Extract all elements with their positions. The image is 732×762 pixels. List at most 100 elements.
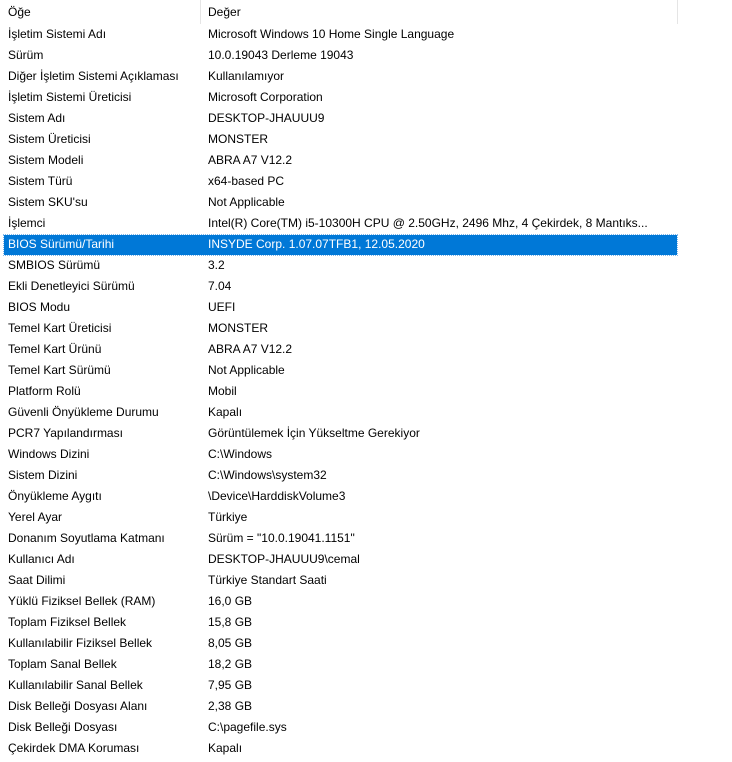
row-value: Görüntülemek İçin Yükseltme Gerekiyor: [208, 426, 420, 440]
row-item-label: Sistem Üreticisi: [8, 132, 91, 146]
row-value: 18,2 GB: [208, 657, 253, 671]
list-row[interactable]: BIOS Modu UEFI: [0, 297, 732, 318]
row-item-label: Temel Kart Sürümü: [8, 363, 111, 377]
row-value: C:\Windows: [208, 447, 273, 461]
list-row[interactable]: Önyükleme Aygıtı \Device\HarddiskVolume3: [0, 486, 732, 507]
row-value: Microsoft Windows 10 Home Single Languag…: [208, 27, 455, 41]
list-row[interactable]: Disk Belleği Dosyası Alanı 2,38 GB: [0, 696, 732, 717]
row-item-label: Toplam Sanal Bellek: [8, 657, 117, 671]
row-value: 7,95 GB: [208, 678, 253, 692]
row-item-label: Disk Belleği Dosyası Alanı: [8, 699, 148, 713]
row-value: 16,0 GB: [208, 594, 253, 608]
list-row[interactable]: Sistem Adı DESKTOP-JHAUUU9: [0, 108, 732, 129]
row-value: Mobil: [208, 384, 237, 398]
list-row[interactable]: İşletim Sistemi Adı Microsoft Windows 10 …: [0, 24, 732, 45]
list-row[interactable]: Sürüm 10.0.19043 Derleme 19043: [0, 45, 732, 66]
list-row[interactable]: Windows Dizini C:\Windows: [0, 444, 732, 465]
list-row[interactable]: İşlemci Intel(R) Core(TM) i5-10300H CPU @…: [0, 213, 732, 234]
row-item-label: Çekirdek DMA Koruması: [8, 741, 140, 755]
list-row-selected[interactable]: BIOS Sürümü/Tarihi INSYDE Corp. 1.07.07TF…: [0, 234, 732, 256]
list-row[interactable]: Sistem Üreticisi MONSTER: [0, 129, 732, 150]
row-value: Kullanılamıyor: [208, 69, 285, 83]
list-row[interactable]: Kullanılabilir Fiziksel Bellek 8,05 GB: [0, 633, 732, 654]
row-item-label: Donanım Soyutlama Katmanı: [8, 531, 165, 545]
row-value: Türkiye: [208, 510, 248, 524]
list-row[interactable]: PCR7 Yapılandırması Görüntülemek İçin Yük…: [0, 423, 732, 444]
list-row[interactable]: Saat Dilimi Türkiye Standart Saati: [0, 570, 732, 591]
list-body: İşletim Sistemi Adı Microsoft Windows 10 …: [0, 24, 732, 759]
row-value: Türkiye Standart Saati: [208, 573, 327, 587]
list-row[interactable]: Temel Kart Üreticisi MONSTER: [0, 318, 732, 339]
row-item-label: Sistem SKU'su: [8, 195, 88, 209]
row-value: DESKTOP-JHAUUU9: [208, 111, 325, 125]
column-header-item[interactable]: Öğe: [0, 0, 201, 24]
row-value: 2,38 GB: [208, 699, 253, 713]
row-item-label: Temel Kart Ürünü: [8, 342, 102, 356]
row-item-label: Sürüm: [8, 48, 44, 62]
row-item-label: BIOS Sürümü/Tarihi: [8, 237, 115, 251]
row-item-label: Yüklü Fiziksel Bellek (RAM): [8, 594, 156, 608]
row-item-label: Temel Kart Üreticisi: [8, 321, 112, 335]
list-row[interactable]: Toplam Sanal Bellek 18,2 GB: [0, 654, 732, 675]
row-item-label: Sistem Adı: [8, 111, 66, 125]
row-value: Kapalı: [208, 741, 243, 755]
row-value: C:\Windows\system32: [208, 468, 327, 482]
row-item-label: Sistem Türü: [8, 174, 73, 188]
row-value: INSYDE Corp. 1.07.07TFB1, 12.05.2020: [208, 237, 425, 251]
row-value: Kapalı: [208, 405, 243, 419]
row-item-label: Disk Belleği Dosyası: [8, 720, 118, 734]
row-item-label: BIOS Modu: [8, 300, 71, 314]
list-header: Öğe Değer: [0, 0, 678, 24]
row-value: ABRA A7 V12.2: [208, 342, 293, 356]
row-item-label: Sistem Dizini: [8, 468, 78, 482]
list-row[interactable]: Sistem SKU'su Not Applicable: [0, 192, 732, 213]
row-item-label: Saat Dilimi: [8, 573, 66, 587]
list-row[interactable]: Güvenli Önyükleme Durumu Kapalı: [0, 402, 732, 423]
list-row[interactable]: Toplam Fiziksel Bellek 15,8 GB: [0, 612, 732, 633]
list-row[interactable]: Temel Kart Ürünü ABRA A7 V12.2: [0, 339, 732, 360]
row-value: C:\pagefile.sys: [208, 720, 287, 734]
list-row[interactable]: Sistem Dizini C:\Windows\system32: [0, 465, 732, 486]
row-item-label: Yerel Ayar: [8, 510, 63, 524]
column-header-value[interactable]: Değer: [201, 0, 678, 24]
row-value: \Device\HarddiskVolume3: [208, 489, 346, 503]
row-item-label: Ekli Denetleyici Sürümü: [8, 279, 135, 293]
list-row[interactable]: Diğer İşletim Sistemi Açıklaması Kullanıl…: [0, 66, 732, 87]
row-value: MONSTER: [208, 321, 268, 335]
row-value: Intel(R) Core(TM) i5-10300H CPU @ 2.50GH…: [208, 216, 648, 230]
list-row[interactable]: Kullanıcı Adı DESKTOP-JHAUUU9\cemal: [0, 549, 732, 570]
system-summary-list: Öğe Değer İşletim Sistemi Adı Microsoft W…: [0, 0, 732, 762]
row-item-label: Kullanıcı Adı: [8, 552, 75, 566]
row-item-label: Platform Rolü: [8, 384, 81, 398]
list-row[interactable]: Çekirdek DMA Koruması Kapalı: [0, 738, 732, 759]
row-value: Not Applicable: [208, 195, 285, 209]
row-item-label: Toplam Fiziksel Bellek: [8, 615, 127, 629]
row-item-label: İşletim Sistemi Üreticisi: [8, 90, 132, 104]
row-value: 15,8 GB: [208, 615, 253, 629]
list-row[interactable]: Sistem Modeli ABRA A7 V12.2: [0, 150, 732, 171]
list-row[interactable]: Yerel Ayar Türkiye: [0, 507, 732, 528]
row-value: Not Applicable: [208, 363, 285, 377]
row-value: MONSTER: [208, 132, 268, 146]
row-item-label: PCR7 Yapılandırması: [8, 426, 123, 440]
row-value: Sürüm = "10.0.19041.1151": [208, 531, 355, 545]
list-row[interactable]: Disk Belleği Dosyası C:\pagefile.sys: [0, 717, 732, 738]
list-row[interactable]: Ekli Denetleyici Sürümü 7.04: [0, 276, 732, 297]
list-row[interactable]: Donanım Soyutlama Katmanı Sürüm = "10.0.1…: [0, 528, 732, 549]
row-value: 7.04: [208, 279, 232, 293]
row-value: 3.2: [208, 258, 225, 272]
list-row[interactable]: Temel Kart Sürümü Not Applicable: [0, 360, 732, 381]
list-row[interactable]: Kullanılabilir Sanal Bellek 7,95 GB: [0, 675, 732, 696]
row-item-label: Windows Dizini: [8, 447, 90, 461]
row-item-label: Önyükleme Aygıtı: [8, 489, 102, 503]
row-value: 10.0.19043 Derleme 19043: [208, 48, 354, 62]
list-row[interactable]: SMBIOS Sürümü 3.2: [0, 255, 732, 276]
list-row[interactable]: Sistem Türü x64-based PC: [0, 171, 732, 192]
list-row[interactable]: İşletim Sistemi Üreticisi Microsoft Corpo…: [0, 87, 732, 108]
list-row[interactable]: Platform Rolü Mobil: [0, 381, 732, 402]
row-item-label: Güvenli Önyükleme Durumu: [8, 405, 159, 419]
row-value: UEFI: [208, 300, 236, 314]
row-item-label: Kullanılabilir Fiziksel Bellek: [8, 636, 153, 650]
list-row[interactable]: Yüklü Fiziksel Bellek (RAM) 16,0 GB: [0, 591, 732, 612]
row-value: 8,05 GB: [208, 636, 253, 650]
